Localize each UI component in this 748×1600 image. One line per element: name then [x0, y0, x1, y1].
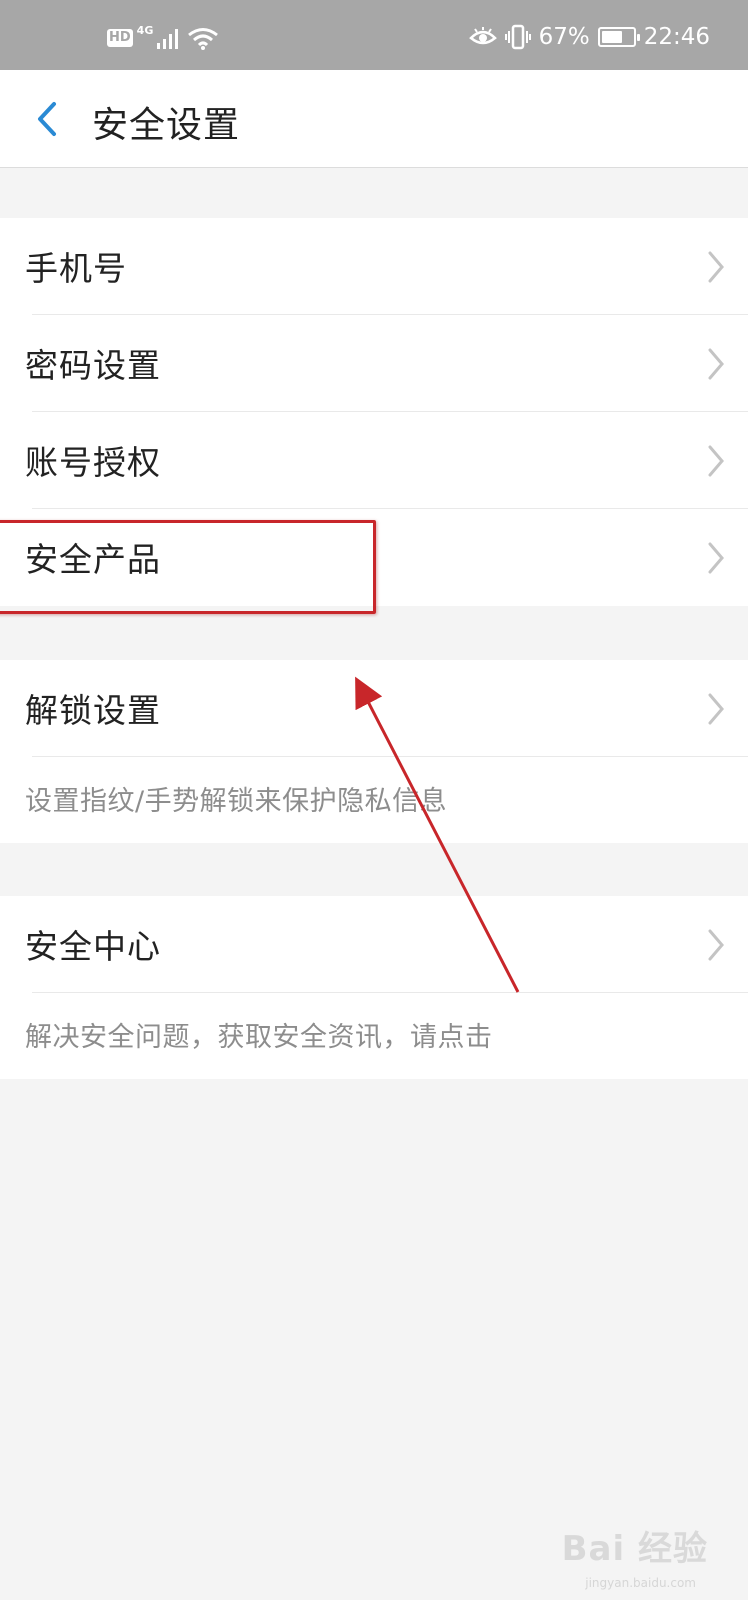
app-header: 安全设置	[0, 70, 748, 168]
page-title: 安全设置	[92, 105, 241, 146]
eye-icon	[468, 27, 497, 45]
battery-icon	[597, 27, 640, 47]
security-center-hint: 解决安全问题，获取安全资讯，请点击	[0, 993, 748, 1079]
menu-item-unlock-settings[interactable]: 解锁设置	[0, 660, 748, 757]
chevron-right-icon	[708, 251, 724, 283]
menu-item-label: 解锁设置	[25, 691, 161, 730]
menu-item-label: 安全中心	[25, 927, 161, 966]
battery-fill	[601, 31, 622, 43]
signal-icon	[157, 29, 179, 49]
menu-item-label: 密码设置	[25, 346, 161, 385]
chevron-right-icon	[708, 445, 724, 477]
unlock-settings-group: 解锁设置 设置指纹/手势解锁来保护隐私信息	[0, 660, 748, 843]
hint-text: 解决安全问题，获取安全资讯，请点击	[25, 1022, 493, 1053]
security-center-group: 安全中心 解决安全问题，获取安全资讯，请点击	[0, 896, 748, 1079]
watermark-subtitle: jingyan.baidu.com	[585, 1576, 696, 1590]
chevron-right-icon	[708, 348, 724, 380]
menu-item-label: 账号授权	[25, 443, 161, 482]
unlock-settings-hint: 设置指纹/手势解锁来保护隐私信息	[0, 757, 748, 843]
status-bar: HD 4G 67% 22:46	[0, 0, 748, 70]
menu-item-password-settings[interactable]: 密码设置	[0, 315, 748, 412]
chevron-right-icon	[708, 693, 724, 725]
network-type: 4G	[136, 23, 154, 37]
baidu-jingyan-watermark: Bai 经验	[561, 1529, 708, 1569]
menu-item-account-authorization[interactable]: 账号授权	[0, 412, 748, 509]
wifi-icon	[188, 28, 219, 50]
status-bar-left: HD 4G	[107, 23, 219, 50]
chevron-right-icon	[708, 542, 724, 574]
menu-item-label: 手机号	[25, 249, 127, 288]
hint-text: 设置指纹/手势解锁来保护隐私信息	[25, 786, 448, 817]
vibrate-icon	[504, 24, 531, 50]
chevron-right-icon	[708, 929, 724, 961]
clock: 22:46	[643, 24, 710, 50]
status-bar-right: 67% 22:46	[468, 24, 710, 50]
chevron-left-icon	[38, 102, 56, 136]
annotation-highlight-box	[0, 520, 376, 614]
menu-item-phone-number[interactable]: 手机号	[0, 218, 748, 315]
menu-item-security-center[interactable]: 安全中心	[0, 896, 748, 993]
back-button[interactable]	[28, 96, 68, 142]
hd-icon: HD	[107, 29, 133, 47]
battery-percent: 67%	[538, 24, 590, 50]
